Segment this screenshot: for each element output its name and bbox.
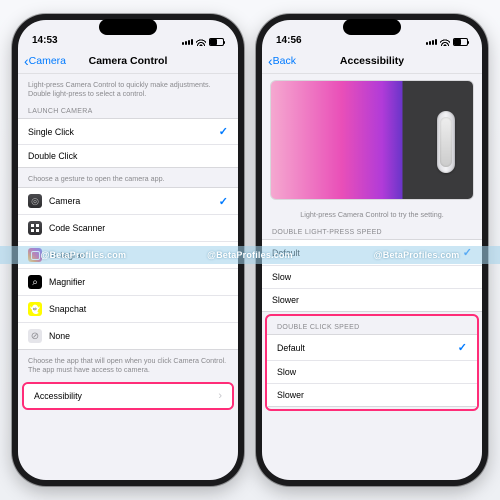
- cellular-icon: [182, 39, 193, 45]
- checkmark-icon: ✓: [219, 125, 228, 138]
- checkmark-icon: ✓: [463, 246, 472, 259]
- option-app-camera[interactable]: Camera ✓: [18, 188, 238, 214]
- option-label: Slower: [272, 295, 472, 305]
- content-scroll[interactable]: Light-press Camera Control to try the se…: [262, 74, 482, 480]
- camera-app-icon: [28, 194, 42, 208]
- camera-control-button-graphic: [437, 111, 455, 173]
- status-indicators: [426, 38, 468, 46]
- page-title: Camera Control: [89, 55, 168, 67]
- option-double-click[interactable]: Double Click: [18, 144, 238, 167]
- wifi-icon: [196, 38, 206, 46]
- option-app-code-scanner[interactable]: Code Scanner: [18, 214, 238, 241]
- hint-text: Light-press Camera Control to try the se…: [262, 204, 482, 223]
- option-app-magnifier[interactable]: Magnifier: [18, 268, 238, 295]
- nav-bar: ‹ Back Accessibility: [262, 48, 482, 74]
- battery-icon: [209, 38, 224, 46]
- checkmark-icon: ✓: [219, 195, 228, 208]
- group-launch-gesture: Single Click ✓ Double Click: [18, 118, 238, 168]
- magnifier-app-icon: [28, 275, 42, 289]
- row-label: Accessibility: [34, 391, 211, 401]
- section-header-light-press: DOUBLE LIGHT-PRESS SPEED: [262, 223, 482, 239]
- option-app-snapchat[interactable]: Snapchat: [18, 295, 238, 322]
- option-label: Single Click: [28, 127, 212, 137]
- back-button[interactable]: ‹ Camera: [24, 48, 66, 73]
- nav-bar: ‹ Camera Camera Control: [18, 48, 238, 74]
- option-light-slower[interactable]: Slower: [262, 288, 482, 311]
- option-label: Slower: [277, 390, 467, 400]
- option-label: Slow: [277, 367, 467, 377]
- status-time: 14:53: [32, 35, 58, 46]
- option-label: Instagram: [49, 250, 228, 260]
- option-label: Default: [272, 248, 456, 258]
- screen-camera-control: 14:53 ‹ Camera Camera Control Light-pres…: [18, 20, 238, 480]
- option-light-slow[interactable]: Slow: [262, 265, 482, 288]
- option-label: Snapchat: [49, 304, 228, 314]
- option-label: Magnifier: [49, 277, 228, 287]
- cellular-icon: [426, 39, 437, 45]
- highlight-accessibility: Accessibility ›: [22, 382, 234, 410]
- instagram-app-icon: [28, 248, 42, 262]
- phone-left: 14:53 ‹ Camera Camera Control Light-pres…: [12, 14, 244, 486]
- screen-accessibility: 14:56 ‹ Back Accessibility Light-press C…: [262, 20, 482, 480]
- option-label: Code Scanner: [49, 223, 228, 233]
- back-label: Camera: [29, 55, 66, 67]
- highlight-double-click-speed: DOUBLE CLICK SPEED Default ✓ Slow Slower: [265, 314, 479, 411]
- snapchat-app-icon: [28, 302, 42, 316]
- group-app-picker: Camera ✓ Code Scanner Instagram Magnifie…: [18, 187, 238, 350]
- section-header-launch: LAUNCH CAMERA: [18, 102, 238, 118]
- chevron-right-icon: ›: [218, 390, 222, 402]
- option-app-none[interactable]: None: [18, 322, 238, 349]
- content-scroll[interactable]: Light-press Camera Control to quickly ma…: [18, 74, 238, 480]
- back-button[interactable]: ‹ Back: [268, 48, 296, 73]
- checkmark-icon: ✓: [458, 341, 467, 354]
- option-app-instagram[interactable]: Instagram: [18, 241, 238, 268]
- row-accessibility[interactable]: Accessibility ›: [24, 384, 232, 408]
- status-time: 14:56: [276, 35, 302, 46]
- section-header-click: DOUBLE CLICK SPEED: [267, 318, 477, 334]
- none-icon: [28, 329, 42, 343]
- option-click-default[interactable]: Default ✓: [267, 335, 477, 360]
- code-scanner-app-icon: [28, 221, 42, 235]
- option-label: Default: [277, 343, 451, 353]
- option-label: Camera: [49, 196, 212, 206]
- option-label: Double Click: [28, 151, 228, 161]
- hint-text: Choose the app that will open when you c…: [18, 350, 238, 378]
- option-click-slower[interactable]: Slower: [267, 383, 477, 406]
- status-indicators: [182, 38, 224, 46]
- group-light-press-speed: Default ✓ Slow Slower: [262, 239, 482, 312]
- battery-icon: [453, 38, 468, 46]
- phone-right: 14:56 ‹ Back Accessibility Light-press C…: [256, 14, 488, 486]
- dynamic-island: [343, 19, 401, 35]
- option-label: None: [49, 331, 228, 341]
- back-label: Back: [273, 55, 296, 67]
- option-light-default[interactable]: Default ✓: [262, 240, 482, 265]
- group-double-click-speed: Default ✓ Slow Slower: [267, 334, 477, 407]
- option-click-slow[interactable]: Slow: [267, 360, 477, 383]
- option-label: Slow: [272, 272, 472, 282]
- page-title: Accessibility: [340, 55, 404, 67]
- camera-control-preview[interactable]: [270, 80, 474, 200]
- hint-text: Choose a gesture to open the camera app.: [18, 168, 238, 187]
- hint-text: Light-press Camera Control to quickly ma…: [18, 74, 238, 102]
- wifi-icon: [440, 38, 450, 46]
- dynamic-island: [99, 19, 157, 35]
- option-single-click[interactable]: Single Click ✓: [18, 119, 238, 144]
